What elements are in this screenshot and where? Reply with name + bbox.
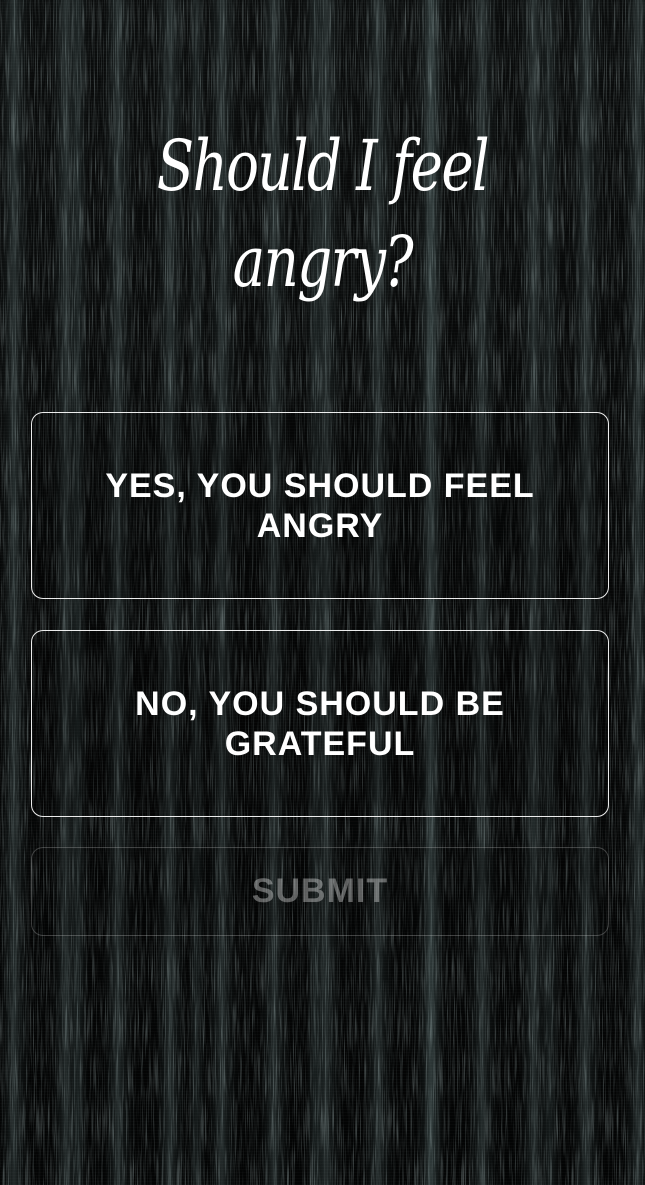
submit-button[interactable]: SUBMIT	[31, 847, 609, 936]
submit-button-label: SUBMIT	[251, 872, 389, 910]
question-title-line-2: angry?	[232, 221, 414, 303]
question-title: Should I feel angry?	[71, 118, 574, 310]
answer-option-no-label: NO, YOU SHOULD BE GRATEFUL	[135, 684, 505, 763]
question-title-line-1: Should I feel	[156, 125, 490, 207]
answer-option-no[interactable]: NO, YOU SHOULD BE GRATEFUL	[31, 630, 609, 817]
answer-option-yes-label: YES, YOU SHOULD FEEL ANGRY	[105, 466, 535, 545]
quiz-screen: Should I feel angry? YES, YOU SHOULD FEE…	[0, 0, 645, 1185]
answer-option-yes[interactable]: YES, YOU SHOULD FEEL ANGRY	[31, 412, 609, 599]
